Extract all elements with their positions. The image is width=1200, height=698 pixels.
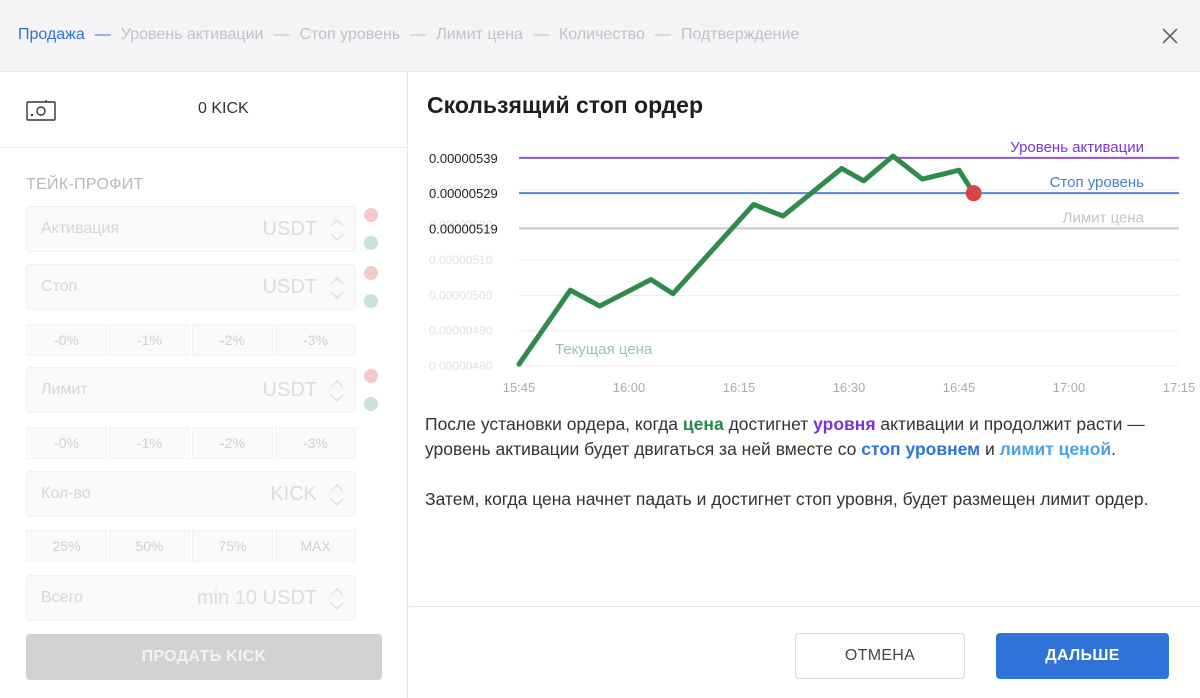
step-quantity: Количество [558,26,645,43]
step-limit-price: Лимит цена [436,26,523,43]
close-icon[interactable] [1158,24,1182,48]
stop-label: Стоп [41,278,78,295]
percent-button[interactable]: -1% [109,427,190,459]
x-tick-label: 16:00 [613,380,646,395]
y-tick-label: 0.00000490 [429,324,493,338]
x-tick-label: 15:45 [503,380,536,395]
next-button[interactable]: ДАЛЬШЕ [996,633,1169,679]
y-tick-label: 0.00000480 [429,359,493,373]
percent-button[interactable]: -1% [109,324,190,356]
info-title: Скользящий стоп ордер [427,92,704,118]
step-separator: — [273,26,290,43]
stepper-icon[interactable] [327,584,347,614]
quantity-preset-button[interactable]: 75% [192,530,273,562]
activation-label: Активация [41,220,120,237]
sell-button[interactable]: ПРОДАТЬ KICK [26,634,382,680]
limit-label: Лимит [41,381,88,398]
quantity-preset-button[interactable]: 50% [109,530,190,562]
green-dot-icon [364,397,378,411]
step-separator: — [410,26,427,43]
stepper-icon[interactable] [327,480,347,510]
limit-unit: USDT [262,379,317,401]
percent-button[interactable]: -2% [192,427,273,459]
quantity-preset-button[interactable]: 25% [26,530,107,562]
step-stop-level: Стоп уровень [299,26,401,43]
level-name-label: Лимит цена [1063,209,1145,226]
level-name-label: Уровень активации [1010,142,1144,156]
take-profit-title: ТЕЙК-ПРОФИТ [26,176,144,193]
highlight-level: уровня [813,414,876,434]
wallet-icon [26,100,56,121]
highlight-stop-level: стоп уровнем [861,439,981,459]
order-form-panel: 0 KICK ТЕЙК-ПРОФИТ Активация USDT Стоп U… [0,72,408,698]
trailing-stop-chart: 0.000005300.000005200.000005100.00000500… [429,142,1196,395]
percent-button[interactable]: -0% [26,427,107,459]
level-name-label: Стоп уровень [1050,174,1145,191]
x-tick-label: 16:30 [833,380,866,395]
red-dot-icon [364,208,378,222]
stop-field[interactable]: Стоп USDT [26,264,356,310]
highlight-price: цена [682,414,724,434]
quantity-preset-button[interactable]: MAX [275,530,356,562]
limit-percent-row: -0% -1% -2% -3% [26,427,356,459]
activation-unit: USDT [262,218,317,240]
cancel-button[interactable]: ОТМЕНА [795,633,965,679]
limit-indicators [364,369,378,425]
stepper-icon[interactable] [327,376,347,406]
stop-percent-row: -0% -1% -2% -3% [26,324,356,356]
percent-button[interactable]: -3% [275,427,356,459]
total-unit: min 10 USDT [196,587,317,609]
activation-indicators [364,208,378,264]
level-value-label: 0.00000519 [429,221,498,236]
quantity-percent-row: 25% 50% 75% MAX [26,530,356,562]
stepper-icon[interactable] [327,273,347,303]
current-price-marker [965,185,982,202]
quantity-label: Кол-во [41,485,91,502]
step-confirmation: Подтверждение [680,26,800,43]
red-dot-icon [364,266,378,280]
step-breadcrumb: Продажа — Уровень активации — Стоп урове… [18,26,799,44]
wizard-header: Продажа — Уровень активации — Стоп урове… [0,0,1200,72]
info-panel: Скользящий стоп ордер 0.00000530 0.000005… [409,72,1200,698]
balance-row: 0 KICK [0,72,408,148]
total-label: Всего [41,589,83,606]
activation-field[interactable]: Активация USDT [26,206,356,252]
step-activation-level: Уровень активации [120,26,264,43]
x-tick-label: 17:15 [1163,380,1196,395]
quantity-unit: KICK [270,483,317,505]
balance-value: 0 KICK [198,100,249,117]
total-field[interactable]: Всего min 10 USDT [26,575,356,621]
red-dot-icon [364,369,378,383]
x-tick-label: 17:00 [1053,380,1086,395]
stop-indicators [364,266,378,322]
y-tick-label: 0.00000500 [429,288,493,302]
green-dot-icon [364,294,378,308]
step-separator: — [532,26,549,43]
x-tick-label: 16:45 [943,380,976,395]
x-tick-label: 16:15 [723,380,756,395]
limit-field[interactable]: Лимит USDT [26,367,356,413]
description-paragraph-2: Затем, когда цена начнет падать и достиг… [425,489,1149,509]
level-value-label: 0.00000529 [429,186,498,201]
stepper-icon[interactable] [327,215,347,245]
series-label: Текущая цена [555,341,653,358]
step-separator: — [94,26,111,43]
step-sell[interactable]: Продажа [18,26,85,44]
dialog-footer: ОТМЕНА ДАЛЬШЕ [409,606,1200,698]
y-tick-label: 0.00000510 [429,253,493,267]
stop-unit: USDT [262,276,317,298]
level-value-label: 0.00000539 [429,151,498,166]
description-paragraph-1: После установки ордера, когда цена дости… [425,414,1145,459]
info-description: После установки ордера, когда цена дости… [425,412,1185,537]
green-dot-icon [364,236,378,250]
percent-button[interactable]: -3% [275,324,356,356]
step-separator: — [654,26,671,43]
percent-button[interactable]: -0% [26,324,107,356]
percent-button[interactable]: -2% [192,324,273,356]
quantity-field[interactable]: Кол-во KICK [26,471,356,517]
highlight-limit-price: лимит ценой [999,439,1112,459]
